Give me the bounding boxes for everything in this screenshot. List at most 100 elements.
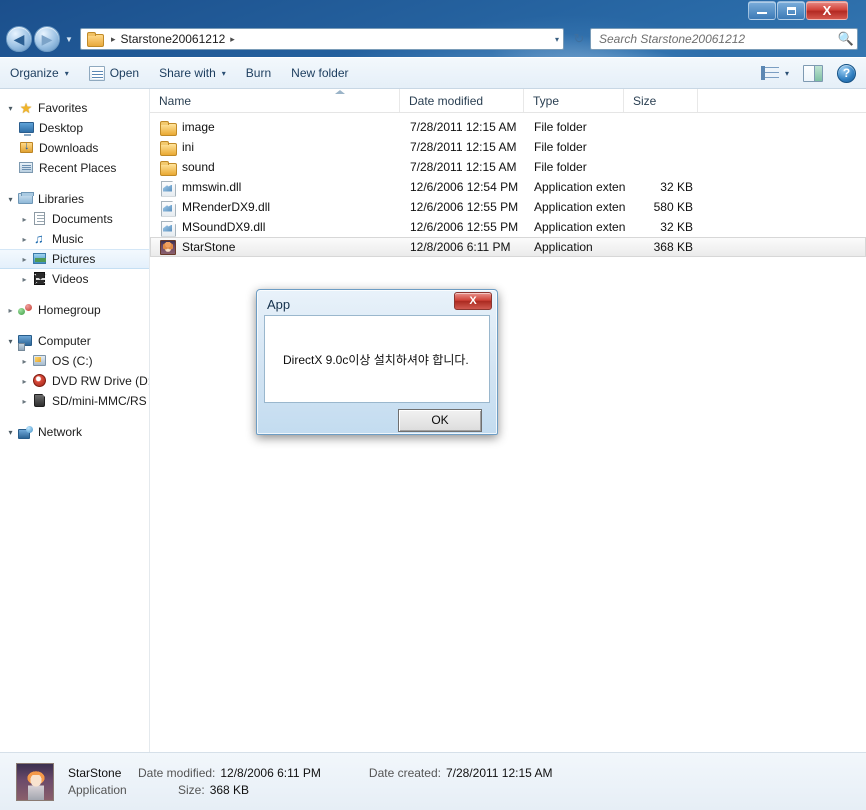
column-header-date-modified[interactable]: Date modified [400,89,524,112]
sidebar-item-os-c[interactable]: ▸ OS (C:) [0,351,149,371]
breadcrumb-separator-leading[interactable]: ▸ [106,34,121,45]
refresh-button[interactable]: ↻ [568,28,590,50]
expander-closed-icon[interactable]: ▸ [18,357,31,366]
table-row[interactable]: image 7/28/2011 12:15 AM File folder [150,117,866,137]
file-name: sound [182,160,215,174]
sidebar-item-favorites[interactable]: ▾ ★ Favorites [0,98,149,118]
navigation-bar: ◀ ▶ ▼ ▸ Starstone20061212 ▸ ▾ ↻ Search S… [0,22,866,56]
sidebar-label: Computer [38,334,91,348]
file-name-cell: ini [151,140,401,156]
expander-open-icon[interactable]: ▾ [4,428,17,437]
ok-button[interactable]: OK [398,408,482,432]
expander-open-icon[interactable]: ▾ [4,337,17,346]
file-name: StarStone [182,240,236,254]
expander-closed-icon[interactable]: ▸ [18,215,31,224]
table-row[interactable]: sound 7/28/2011 12:15 AM File folder [150,157,866,177]
column-header-type[interactable]: Type [524,89,624,112]
table-row[interactable]: MSoundDX9.dll 12/6/2006 12:55 PM Applica… [150,217,866,237]
sidebar-item-documents[interactable]: ▸ Documents [0,209,149,229]
new-folder-button[interactable]: New folder [281,61,358,85]
sidebar-item-music[interactable]: ▸ ♫ Music [0,229,149,249]
expander-closed-icon[interactable]: ▸ [18,377,31,386]
details-date-modified-label: Date modified: [138,765,216,780]
expander-open-icon[interactable]: ▾ [4,104,17,113]
search-icon: 🔍 [837,31,855,46]
sidebar-item-network[interactable]: ▾ Network [0,422,149,442]
file-type-cell: File folder [534,140,587,154]
folder-icon [87,32,104,47]
details-line-1: StarStone Date modified: 12/8/2006 6:11 … [68,765,552,782]
file-thumbnail [16,762,54,801]
back-button[interactable]: ◀ [6,26,32,52]
maximize-button[interactable] [777,1,805,20]
expander-closed-icon[interactable]: ▸ [18,255,31,264]
sidebar-item-dvd-drive[interactable]: ▸ DVD RW Drive (D:) 0. [0,371,149,391]
breadcrumb-current-folder[interactable]: Starstone20061212 [121,32,226,46]
network-icon [17,424,35,440]
sidebar-item-homegroup[interactable]: ▸ Homegroup [0,300,149,320]
expander-closed-icon[interactable]: ▸ [18,397,31,406]
sidebar-label: Pictures [52,252,96,266]
file-size-cell: 32 KB [660,220,693,234]
file-type-cell: Application extens... [534,220,625,234]
navigation-pane[interactable]: ▾ ★ Favorites Desktop Downloads Recent P… [0,89,150,752]
table-row[interactable]: MRenderDX9.dll 12/6/2006 12:55 PM Applic… [150,197,866,217]
recent-places-icon [18,160,36,176]
file-type-cell: Application extens... [534,180,625,194]
column-header-size[interactable]: Size [624,89,698,112]
organize-button[interactable]: Organize ▾ [0,61,79,85]
application-icon [160,239,176,255]
file-name: mmswin.dll [182,180,242,194]
forward-button[interactable]: ▶ [34,26,60,52]
burn-button[interactable]: Burn [236,61,281,85]
file-date-cell: 12/6/2006 12:55 PM [410,220,519,234]
file-name-cell: MRenderDX9.dll [151,200,401,215]
expander-open-icon[interactable]: ▾ [4,195,17,204]
expander-closed-icon[interactable]: ▸ [18,275,31,284]
close-button[interactable]: X [806,1,848,20]
change-view-icon[interactable] [760,64,780,82]
sidebar-item-libraries[interactable]: ▾ Libraries [0,189,149,209]
table-row[interactable]: ini 7/28/2011 12:15 AM File folder [150,137,866,157]
file-name-cell: sound [151,160,401,176]
recent-pages-dropdown[interactable]: ▼ [62,35,76,44]
address-bar[interactable]: ▸ Starstone20061212 ▸ ▾ [80,28,564,50]
expander-closed-icon[interactable]: ▸ [18,235,31,244]
sidebar-item-sd-card[interactable]: ▸ SD/mini-MMC/RS (E [0,391,149,411]
details-pane: StarStone Date modified: 12/8/2006 6:11 … [0,752,866,810]
address-dropdown-icon[interactable]: ▾ [555,29,559,49]
file-type-cell: Application [534,240,593,254]
sidebar-item-recent-places[interactable]: Recent Places [0,158,149,178]
chevron-down-icon: ▾ [64,68,69,78]
folder-icon [160,160,177,176]
open-button[interactable]: Open [79,61,149,85]
burn-label: Burn [245,66,272,80]
breadcrumb-separator-trailing[interactable]: ▸ [225,34,240,45]
share-with-button[interactable]: Share with ▾ [149,61,236,85]
minimize-button[interactable] [748,1,776,20]
details-size-label: Size: [178,782,205,797]
sort-ascending-icon [335,90,345,94]
title-bar: X [0,0,866,22]
file-rows: image 7/28/2011 12:15 AM File folder ini… [150,113,866,257]
sidebar-item-computer[interactable]: ▾ Computer [0,331,149,351]
sidebar-item-pictures[interactable]: ▸ Pictures [0,249,149,269]
change-view-dropdown-icon[interactable]: ▾ [782,69,795,78]
sidebar-item-desktop[interactable]: Desktop [0,118,149,138]
drive-icon [31,353,49,369]
details-date-created-label: Date created: [368,765,441,780]
column-header-name[interactable]: Name [150,89,400,112]
documents-icon [31,211,49,227]
table-row-selected[interactable]: StarStone 12/8/2006 6:11 PM Application … [150,237,866,257]
sidebar-item-downloads[interactable]: Downloads [0,138,149,158]
preview-pane-icon[interactable] [803,64,823,82]
table-row[interactable]: mmswin.dll 12/6/2006 12:54 PM Applicatio… [150,177,866,197]
expander-closed-icon[interactable]: ▸ [4,306,17,315]
sidebar-item-videos[interactable]: ▸ Videos [0,269,149,289]
dialog-close-button[interactable]: X [454,292,492,310]
search-box[interactable]: Search Starstone20061212 🔍 [590,28,858,50]
search-input[interactable]: Search Starstone20061212 [591,32,835,46]
help-icon[interactable]: ? [837,63,856,83]
